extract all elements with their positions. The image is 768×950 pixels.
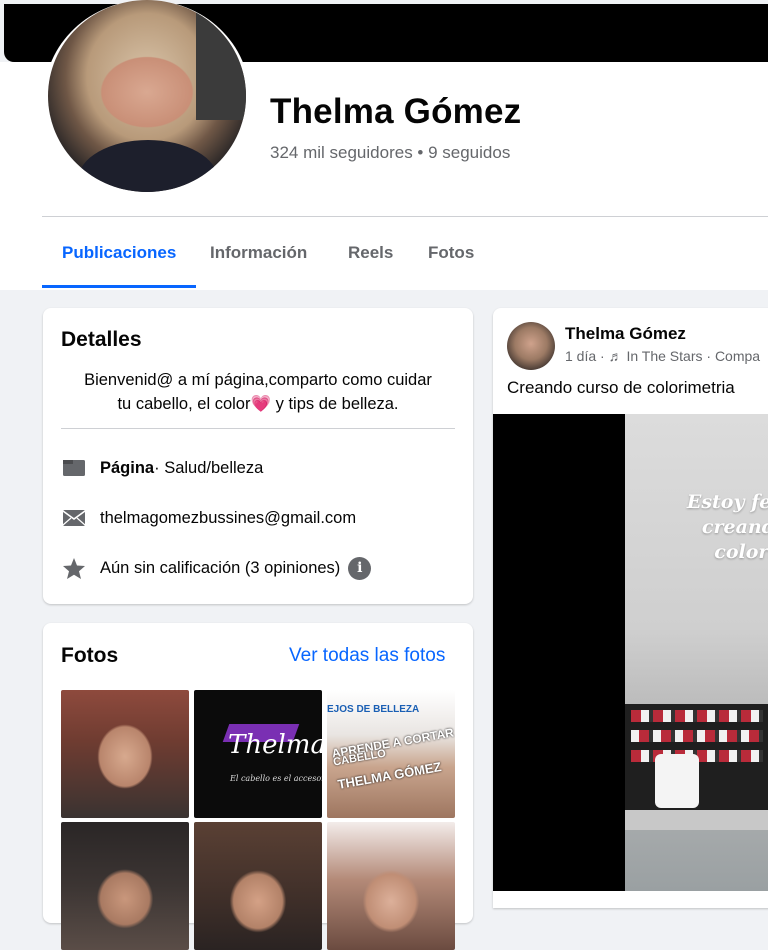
details-title: Detalles [61,328,142,351]
photo-thumbnail-4[interactable] [61,822,189,950]
photo-thumbnail-3[interactable]: EJOS DE BELLEZA APRENDE A CORTAR CABELLO… [327,690,455,818]
overlay-line-1: Estoy feliz, p [686,491,768,513]
overlay-line-2: creando n [701,516,768,538]
photo-thumbnail-2[interactable]: Thelma G El cabello es el accesorio m [194,690,322,818]
tab-fotos[interactable]: Fotos [428,230,474,288]
bio-line-2b: y tips de belleza. [275,395,399,413]
tab-informacion[interactable]: Información [210,230,307,288]
email-address[interactable]: thelmagomezbussines@gmail.com [100,509,356,528]
header-divider [42,216,768,217]
post-meta-rest: · Compa [706,348,761,364]
bio-line-1: Bienvenid@ a mí página,comparto como cui… [84,371,432,389]
email-row[interactable]: thelmagomezbussines@gmail.com [61,505,356,531]
post-author-avatar[interactable] [507,322,555,370]
bio-text: Bienvenid@ a mí página,comparto como cui… [61,368,455,416]
profile-picture[interactable] [44,0,250,196]
profile-name: Thelma Gómez [270,92,522,131]
post-video[interactable]: Estoy feliz, p creando n colorim [493,414,768,891]
post-author-name[interactable]: Thelma Gómez [565,324,686,344]
photo-thumbnail-1[interactable] [61,690,189,818]
photo-thumbnail-6[interactable] [327,822,455,950]
rating-text: Aún sin calificación (3 opiniones) [100,558,341,577]
photo-2-title: Thelma G [228,730,322,760]
star-icon [61,557,87,579]
tab-publicaciones[interactable]: Publicaciones [42,230,197,288]
video-overlay-text: Estoy feliz, p creando n colorim [655,490,768,565]
details-divider [61,428,455,429]
heart-emoji: 💗 [250,395,272,413]
profile-header: Thelma Gómez 324 mil seguidores • 9 segu… [0,0,768,290]
photos-title: Fotos [61,644,119,667]
see-all-photos-link[interactable]: Ver todas las fotos [289,645,445,667]
follower-count[interactable]: 324 mil seguidores • 9 seguidos [270,143,510,163]
page-category: · Salud/belleza [154,458,264,477]
tab-reels[interactable]: Reels [348,230,393,288]
rating-row: Aún sin calificación (3 opiniones) i [61,555,372,581]
photo-3-line-1: EJOS DE BELLEZA [327,704,420,715]
overlay-line-3: colorim [714,541,768,563]
bio-line-2a: tu cabello, el color [117,395,251,413]
post-meta: 1 día · ♬ In The Stars · Compa [565,348,761,364]
post-card: Thelma Gómez 1 día · ♬ In The Stars · Co… [493,308,768,908]
photos-card: Fotos Ver todas las fotos Thelma G El ca… [43,623,473,950]
details-card: Detalles Bienvenid@ a mí página,comparto… [43,308,473,604]
page-category-row: Página · Salud/belleza [61,455,263,481]
music-note-icon: ♬ [608,348,623,364]
photo-2-subtitle: El cabello es el accesorio m [230,774,322,783]
post-text: Creando curso de colorimetria [507,378,735,397]
info-icon[interactable]: i [348,556,372,580]
post-time[interactable]: 1 día [565,348,596,364]
page-label: Página [100,458,155,477]
post-music[interactable]: In The Stars [626,348,702,364]
photo-thumbnail-5[interactable] [194,822,322,950]
page-flag-icon [61,457,87,479]
video-frame [625,414,768,891]
envelope-icon [61,507,87,529]
